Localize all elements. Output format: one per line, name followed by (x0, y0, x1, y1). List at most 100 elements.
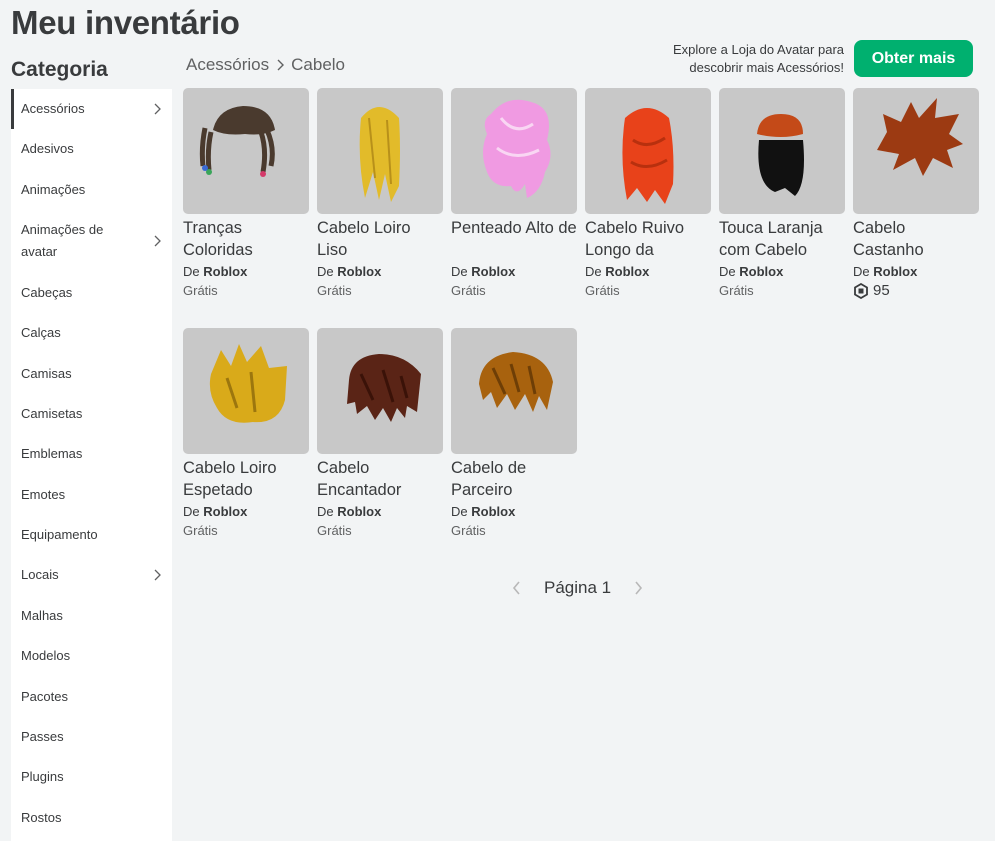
item-price: 95 (853, 283, 979, 299)
item-price: Grátis (719, 283, 754, 298)
sidebar-item[interactable]: Camisetas (11, 394, 172, 434)
item-thumbnail[interactable] (317, 88, 443, 214)
creator-link[interactable]: Roblox (605, 264, 649, 279)
item-card[interactable]: Cabelo Loiro Liso De Roblox Grátis (317, 88, 443, 299)
sidebar-item-label: Emotes (21, 487, 66, 502)
sidebar-item-label: Equipamento (21, 527, 98, 542)
page-indicator: Página 1 (544, 578, 612, 597)
sidebar-item-label: Rostos (21, 810, 62, 825)
previous-page-icon[interactable] (510, 579, 524, 597)
item-name[interactable]: Cabelo Loiro Espetado (183, 457, 309, 501)
item-price: Grátis (183, 523, 218, 538)
creator-link[interactable]: Roblox (203, 264, 247, 279)
sidebar-item-label: Emblemas (21, 446, 83, 461)
sidebar-item[interactable]: Locais (11, 555, 172, 595)
chevron-right-icon (154, 103, 161, 115)
creator-prefix: De (719, 264, 736, 279)
sidebar-item[interactable]: Animações (11, 170, 172, 210)
item-card[interactable]: Penteado Alto de De Roblox Grátis (451, 88, 577, 299)
breadcrumb-current: Cabelo (291, 55, 346, 74)
item-card[interactable]: Cabelo de Parceiro De Roblox Grátis (451, 328, 577, 539)
item-creator: De Roblox (853, 264, 979, 280)
item-creator: De Roblox (451, 504, 577, 520)
sidebar-item[interactable]: Plugins (11, 757, 172, 797)
sidebar-item[interactable]: Emotes (11, 475, 172, 515)
creator-link[interactable]: Roblox (471, 264, 515, 279)
sidebar-item[interactable]: Camisas (11, 354, 172, 394)
item-thumbnail[interactable] (317, 328, 443, 454)
creator-link[interactable]: Roblox (873, 264, 917, 279)
item-card[interactable]: Cabelo Ruivo Longo da De Roblox Grátis (585, 88, 711, 299)
sidebar-item[interactable]: Pacotes (11, 677, 172, 717)
creator-link[interactable]: Roblox (203, 504, 247, 519)
item-card[interactable]: Tranças Coloridas De Roblox Grátis (183, 88, 309, 299)
item-thumbnail[interactable] (451, 88, 577, 214)
category-heading: Categoria (11, 58, 108, 81)
next-page-icon[interactable] (631, 579, 645, 597)
item-card[interactable]: Cabelo Encantador De Roblox Grátis (317, 328, 443, 539)
promo-text: Explore a Loja do Avatar para descobrir … (672, 42, 844, 75)
item-name[interactable]: Cabelo de Parceiro (451, 457, 577, 501)
sidebar-item-label: Plugins (21, 769, 64, 784)
creator-prefix: De (853, 264, 870, 279)
item-price-value: 95 (873, 282, 890, 299)
item-price: Grátis (183, 283, 218, 298)
item-thumbnail[interactable] (183, 328, 309, 454)
category-sidebar: Acessórios Adesivos Animações Animações de … (11, 89, 172, 841)
sidebar-item[interactable]: Emblemas (11, 434, 172, 474)
sidebar-item-label: Animações (21, 182, 86, 197)
creator-link[interactable]: Roblox (337, 264, 381, 279)
creator-link[interactable]: Roblox (739, 264, 783, 279)
sidebar-item[interactable]: Cabeças (11, 273, 172, 313)
item-name[interactable]: Cabelo Encantador (317, 457, 443, 501)
sidebar-item[interactable]: Malhas (11, 596, 172, 636)
creator-prefix: De (585, 264, 602, 279)
chevron-right-icon (154, 235, 161, 247)
sidebar-item-label: Acessórios (21, 101, 85, 116)
sidebar-item[interactable]: Equipamento (11, 515, 172, 555)
robux-icon (854, 283, 868, 299)
hair-thumbnail-image (622, 108, 674, 204)
item-name[interactable]: Cabelo Ruivo Longo da (585, 217, 711, 261)
sidebar-item[interactable]: Passes (11, 717, 172, 757)
creator-prefix: De (451, 504, 468, 519)
item-thumbnail[interactable] (853, 88, 979, 214)
hair-thumbnail-image (359, 107, 400, 202)
sidebar-item[interactable]: Acessórios (11, 89, 172, 129)
hair-thumbnail-image (483, 99, 551, 198)
item-card[interactable]: Cabelo Castanho De Roblox 95 (853, 88, 979, 299)
get-more-button[interactable]: Obter mais (854, 40, 973, 77)
sidebar-item[interactable]: Modelos (11, 636, 172, 676)
creator-prefix: De (317, 504, 334, 519)
item-name[interactable]: Cabelo Castanho (853, 217, 979, 261)
item-name[interactable]: Cabelo Loiro Liso (317, 217, 443, 261)
sidebar-item[interactable]: Adesivos (11, 129, 172, 169)
item-creator: De Roblox (585, 264, 711, 280)
hair-thumbnail-image (479, 352, 553, 412)
item-name[interactable]: Penteado Alto de (451, 217, 577, 261)
item-price: Grátis (585, 283, 620, 298)
sidebar-item-label: Calças (21, 325, 61, 340)
creator-prefix: De (183, 264, 200, 279)
item-name[interactable]: Tranças Coloridas (183, 217, 309, 261)
item-name[interactable]: Touca Laranja com Cabelo (719, 217, 845, 261)
item-card[interactable]: Touca Laranja com Cabelo De Roblox Grátis (719, 88, 845, 299)
item-creator: De Roblox (317, 264, 443, 280)
sidebar-item[interactable]: Animações de avatar (11, 211, 172, 271)
sidebar-item-label: Locais (21, 567, 59, 582)
sidebar-item-label: Modelos (21, 648, 71, 663)
sidebar-item-label: Pacotes (21, 689, 68, 704)
item-thumbnail[interactable] (585, 88, 711, 214)
item-thumbnail[interactable] (719, 88, 845, 214)
sidebar-item[interactable]: Rostos (11, 798, 172, 838)
item-thumbnail[interactable] (183, 88, 309, 214)
sidebar-item[interactable]: Calças (11, 313, 172, 353)
creator-link[interactable]: Roblox (471, 504, 515, 519)
breadcrumb-parent-link[interactable]: Acessórios (186, 55, 269, 75)
item-thumbnail[interactable] (451, 328, 577, 454)
sidebar-item-label: Adesivos (21, 141, 74, 156)
item-price: Grátis (317, 523, 352, 538)
creator-link[interactable]: Roblox (337, 504, 381, 519)
chevron-right-icon (277, 59, 285, 71)
item-card[interactable]: Cabelo Loiro Espetado De Roblox Grátis (183, 328, 309, 539)
